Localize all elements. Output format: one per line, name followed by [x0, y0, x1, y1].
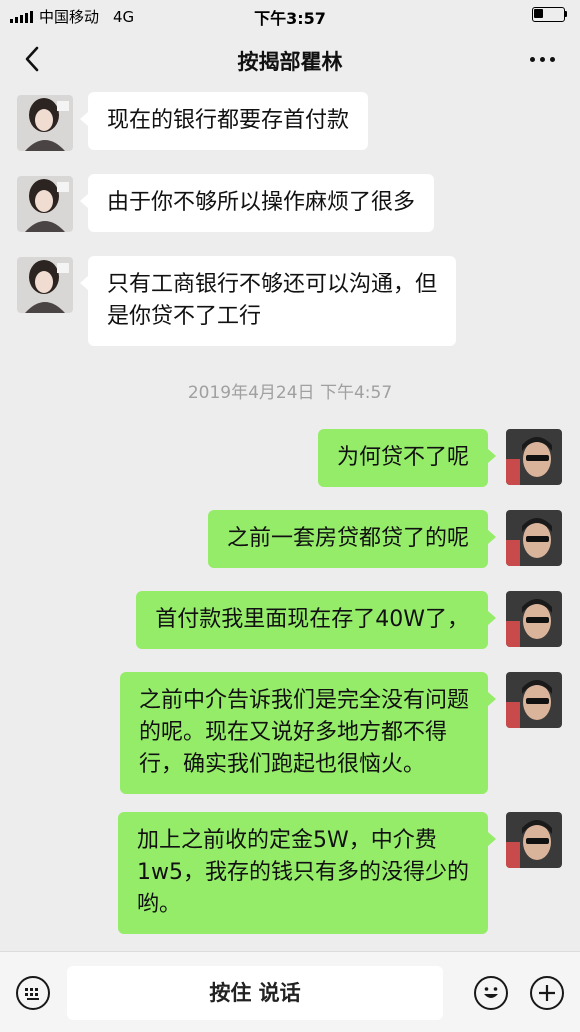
input-bar: 按住 说话	[0, 951, 580, 1032]
chat-title: 按揭部瞿林	[237, 50, 343, 74]
message-text: 是你贷不了工行	[107, 304, 262, 329]
message-text: 行，确实我们跑起也很恼火。	[138, 752, 425, 777]
message-text: 由于你不够所以操作麻烦了很多	[107, 190, 416, 215]
my-avatar[interactable]	[506, 429, 562, 485]
message-text: 的呢。现在又说好多地方都不得	[138, 720, 447, 745]
nav-bar: 按揭部瞿林	[0, 30, 580, 90]
my-avatar[interactable]	[506, 812, 562, 868]
message-bubble-outgoing[interactable]: 之前中介告诉我们是完全没有问题 的呢。现在又说好多地方都不得 行，确实我们跑起也…	[119, 672, 497, 794]
contact-avatar[interactable]	[17, 95, 73, 151]
message-text: 加上之前收的定金5W，中介费	[137, 828, 437, 853]
message-bubble-incoming[interactable]: 现在的银行都要存首付款	[79, 92, 369, 150]
message-bubble-incoming[interactable]: 只有工商银行不够还可以沟通，但 是你贷不了工行	[79, 256, 457, 346]
message-bubble-outgoing[interactable]: 为何贷不了呢	[317, 429, 497, 487]
message-text: 之前一套房贷都贷了的呢	[226, 526, 469, 551]
keyboard-icon[interactable]	[16, 976, 50, 1010]
message-bubble-outgoing[interactable]: 加上之前收的定金5W，中介费 1w5，我存的钱只有多的没得少的 哟。	[118, 812, 496, 934]
status-bar: 中国移动 4G 下午3:57	[0, 0, 580, 30]
contact-avatar[interactable]	[17, 257, 73, 313]
message-bubble-incoming[interactable]: 由于你不够所以操作麻烦了很多	[79, 174, 435, 232]
chat-area[interactable]: 现在的银行都要存首付款 由于你不够所以操作麻烦了很多 只有工商银行不够还可以沟通…	[0, 90, 580, 950]
my-avatar[interactable]	[506, 510, 562, 566]
message-text: 之前中介告诉我们是完全没有问题	[138, 688, 469, 713]
message-text: 哟。	[137, 892, 182, 917]
message-text: 1w5，我存的钱只有多的没得少的	[137, 860, 469, 885]
chat-timestamp: 2019年4月24日 下午4:57	[187, 383, 393, 403]
hold-to-talk-button[interactable]: 按住 说话	[67, 966, 443, 1020]
emoji-icon[interactable]	[474, 976, 508, 1010]
plus-icon[interactable]	[530, 976, 564, 1010]
my-avatar[interactable]	[506, 672, 562, 728]
contact-avatar[interactable]	[17, 176, 73, 232]
message-text: 为何贷不了呢	[336, 445, 469, 470]
message-text: 首付款我里面现在存了40W了，	[155, 607, 469, 632]
battery-icon	[532, 7, 568, 22]
more-dots-icon[interactable]	[522, 44, 562, 74]
status-time: 下午3:57	[254, 9, 326, 28]
message-text: 现在的银行都要存首付款	[107, 108, 350, 133]
message-text: 只有工商银行不够还可以沟通，但	[107, 272, 438, 297]
my-avatar[interactable]	[506, 591, 562, 647]
message-bubble-outgoing[interactable]: 之前一套房贷都贷了的呢	[207, 510, 497, 568]
message-bubble-outgoing[interactable]: 首付款我里面现在存了40W了，	[136, 591, 496, 649]
